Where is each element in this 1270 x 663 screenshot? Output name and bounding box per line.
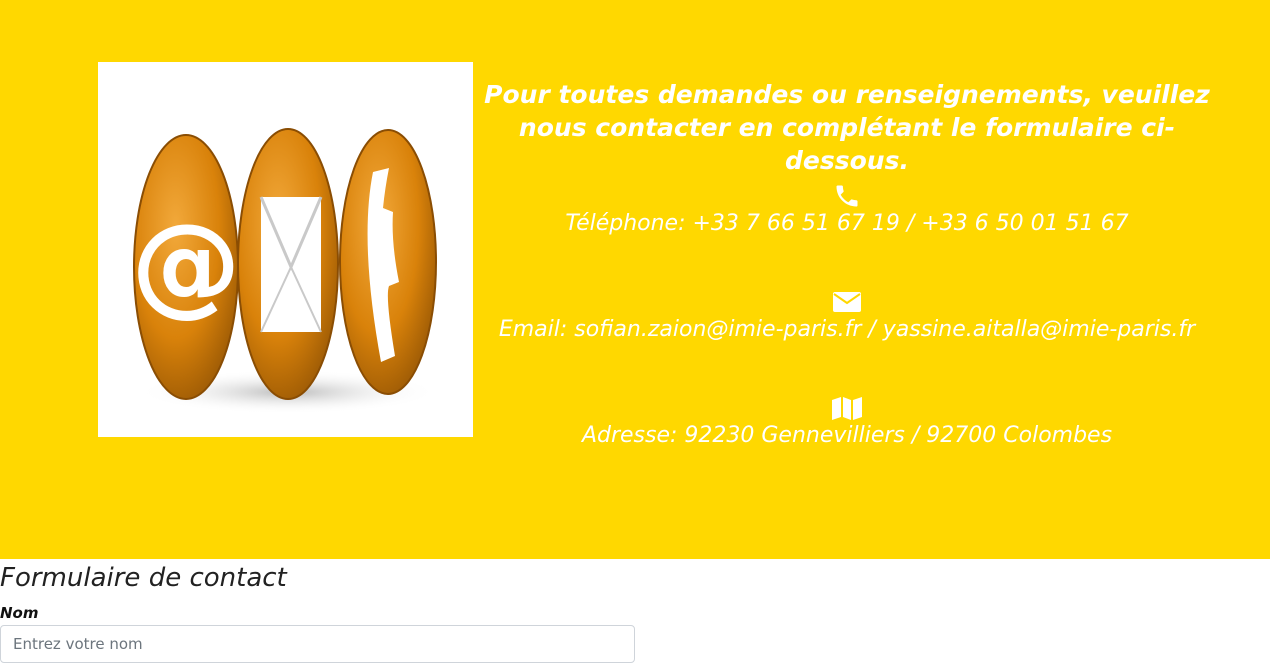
- name-label: Nom: [0, 604, 39, 622]
- at-sign-orb-icon: @: [131, 134, 241, 400]
- address-block: Adresse: 92230 Gennevilliers / 92700 Col…: [478, 394, 1216, 450]
- email-text: Email: sofian.zaion@imie-paris.fr / yass…: [498, 317, 1196, 342]
- name-input[interactable]: [0, 625, 635, 663]
- contact-hero: @ Pour toutes demandes ou renseignements…: [0, 0, 1270, 559]
- address-text: Adresse: 92230 Gennevilliers / 92700 Col…: [581, 423, 1113, 448]
- phone-text: Téléphone: +33 7 66 51 67 19 / +33 6 50 …: [565, 211, 1129, 236]
- phone-orb-icon: [339, 129, 437, 395]
- intro-text: Pour toutes demandes ou renseignements, …: [484, 80, 1210, 175]
- email-block: Email: sofian.zaion@imie-paris.fr / yass…: [478, 288, 1216, 344]
- phone-icon: [836, 185, 858, 207]
- form-title: Formulaire de contact: [0, 563, 287, 593]
- contact-form: Formulaire de contact Nom: [0, 559, 1270, 663]
- contact-info: Pour toutes demandes ou renseignements, …: [478, 78, 1216, 448]
- contact-illustration: @: [98, 62, 473, 437]
- envelope-orb-icon: [237, 128, 339, 400]
- envelope-icon: [833, 292, 861, 312]
- phone-block: Téléphone: +33 7 66 51 67 19 / +33 6 50 …: [478, 182, 1216, 238]
- svg-text:@: @: [131, 200, 241, 328]
- map-icon: [832, 397, 862, 420]
